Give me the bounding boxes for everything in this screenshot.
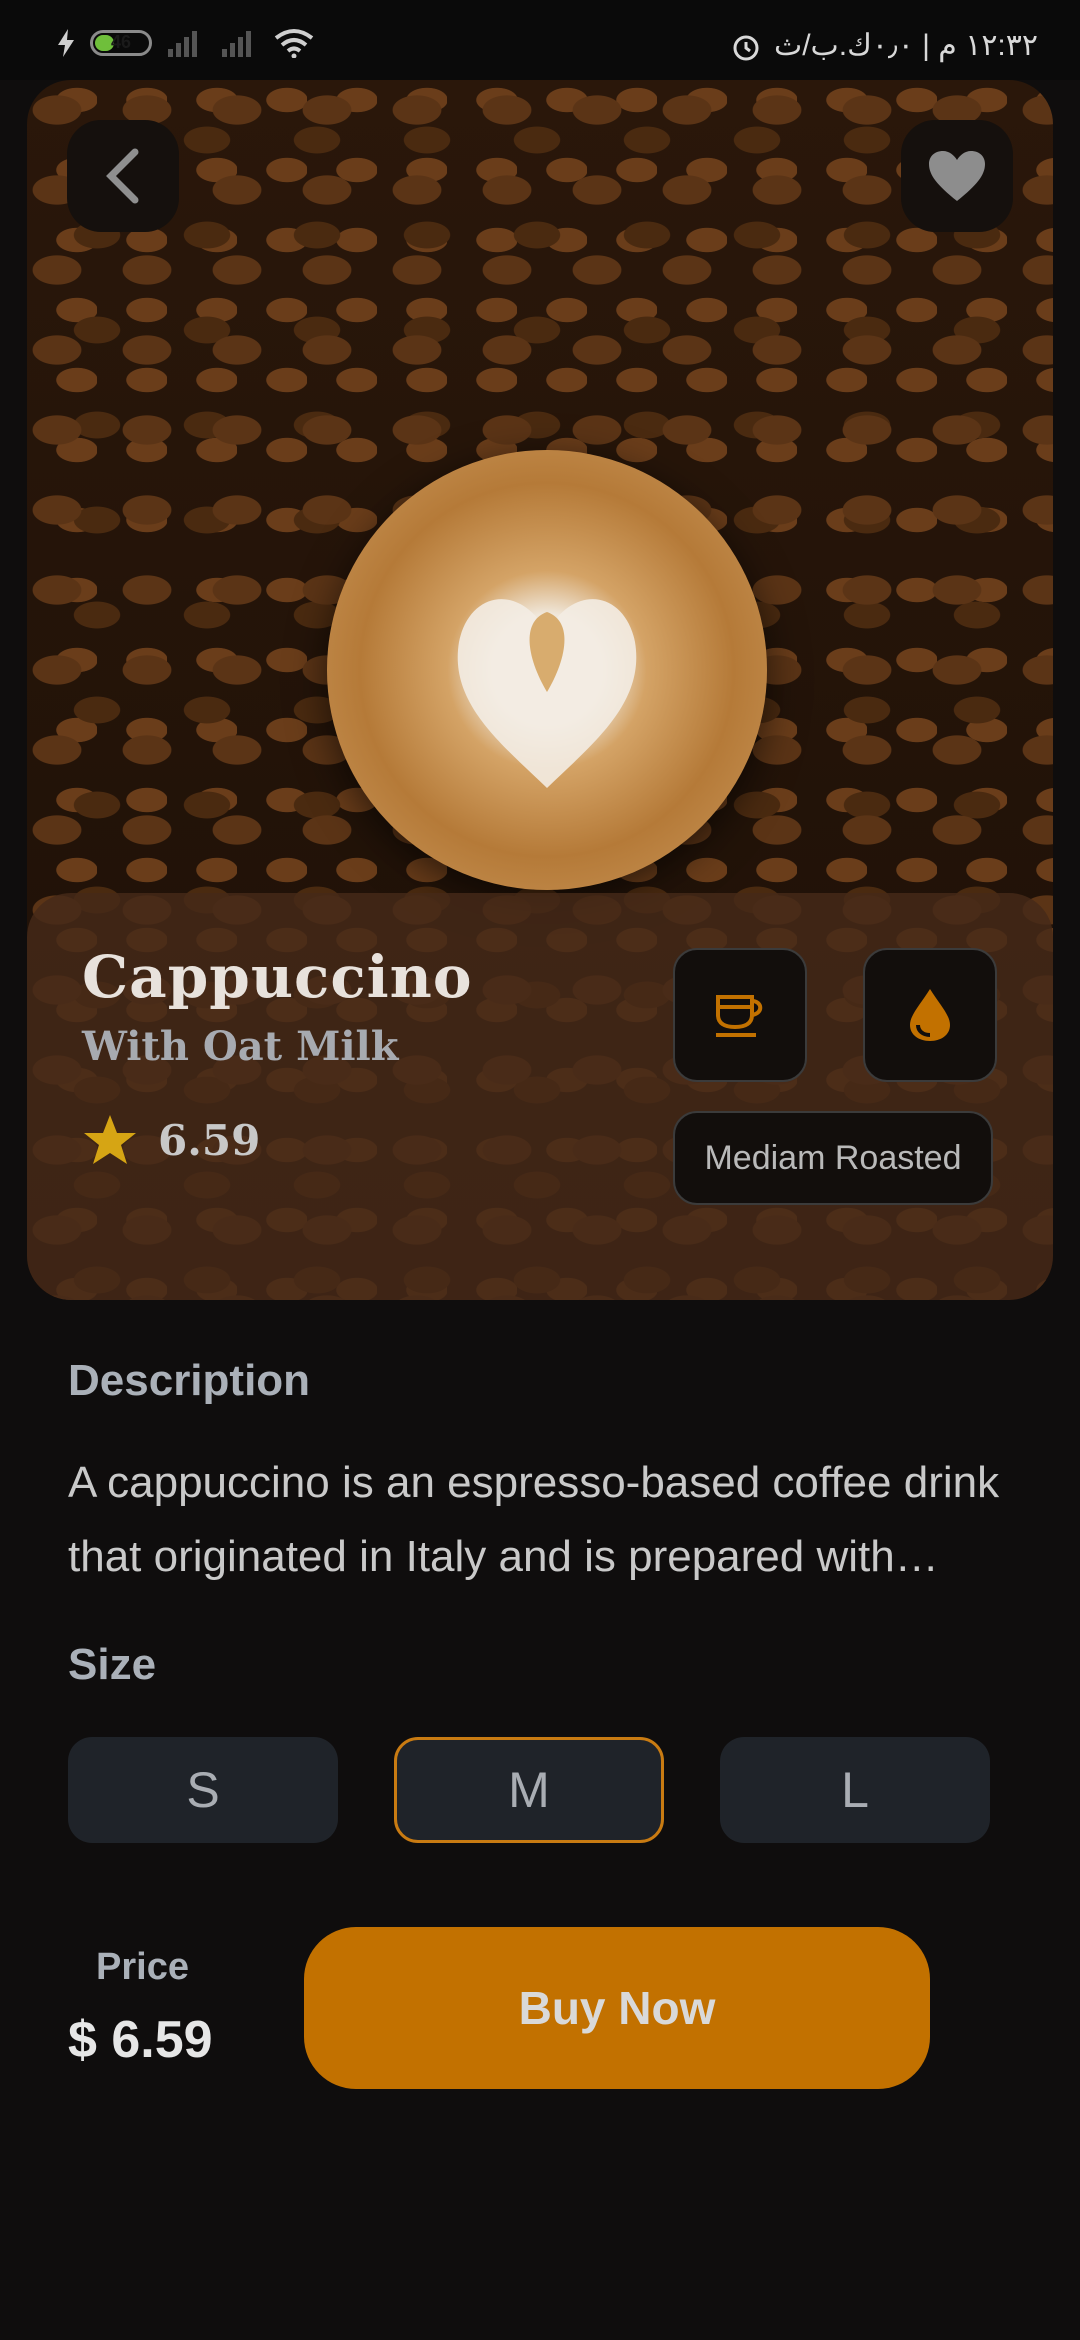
wifi-icon <box>274 29 314 58</box>
status-bar: 46 ١٢:٣٢ م | ٠٫٠ك.ب/ث <box>0 0 1080 80</box>
charging-icon <box>58 29 74 57</box>
product-subtitle: With Oat Milk <box>82 1023 399 1070</box>
alarm-icon <box>733 35 759 60</box>
rating: 6.59 <box>82 1113 260 1167</box>
signal-icon-2 <box>222 31 251 57</box>
description-title: Description <box>68 1356 311 1405</box>
roast-level-badge: Mediam Roasted <box>673 1111 993 1205</box>
status-left: 46 <box>56 28 314 58</box>
price-label: Price <box>96 1946 189 1988</box>
back-button[interactable] <box>67 120 179 232</box>
status-time: ١٢:٣٢ م | ٠٫٠ك.ب/ث <box>773 29 1038 62</box>
product-info-panel: Cappuccino With Oat Milk 6.59 Mediam Roa… <box>27 893 1053 1300</box>
size-title: Size <box>68 1640 157 1689</box>
size-button-m[interactable]: M <box>394 1737 664 1843</box>
product-name: Cappuccino <box>82 943 473 1011</box>
battery-icon: 46 <box>90 30 152 56</box>
milk-type-badge <box>863 948 997 1082</box>
rating-value: 6.59 <box>158 1115 261 1165</box>
price-value: $ 6.59 <box>68 2011 213 2069</box>
chevron-left-icon <box>106 148 139 204</box>
battery-level: 46 <box>110 32 132 52</box>
buy-now-button[interactable]: Buy Now <box>304 1927 930 2089</box>
size-button-s[interactable]: S <box>68 1737 338 1843</box>
coffee-type-badge <box>673 948 807 1082</box>
coffee-cup-icon <box>716 995 763 1037</box>
latte-art-icon <box>457 599 637 788</box>
coffee-cup-image <box>327 450 767 890</box>
drop-icon <box>910 989 950 1041</box>
status-right: ١٢:٣٢ م | ٠٫٠ك.ب/ث <box>730 28 1038 63</box>
favorite-button[interactable] <box>901 120 1013 232</box>
star-icon <box>84 1115 136 1164</box>
signal-icon <box>168 31 197 57</box>
heart-icon <box>929 151 985 201</box>
description-text[interactable]: A cappuccino is an espresso-based coffee… <box>68 1446 1028 1594</box>
size-button-l[interactable]: L <box>720 1737 990 1843</box>
